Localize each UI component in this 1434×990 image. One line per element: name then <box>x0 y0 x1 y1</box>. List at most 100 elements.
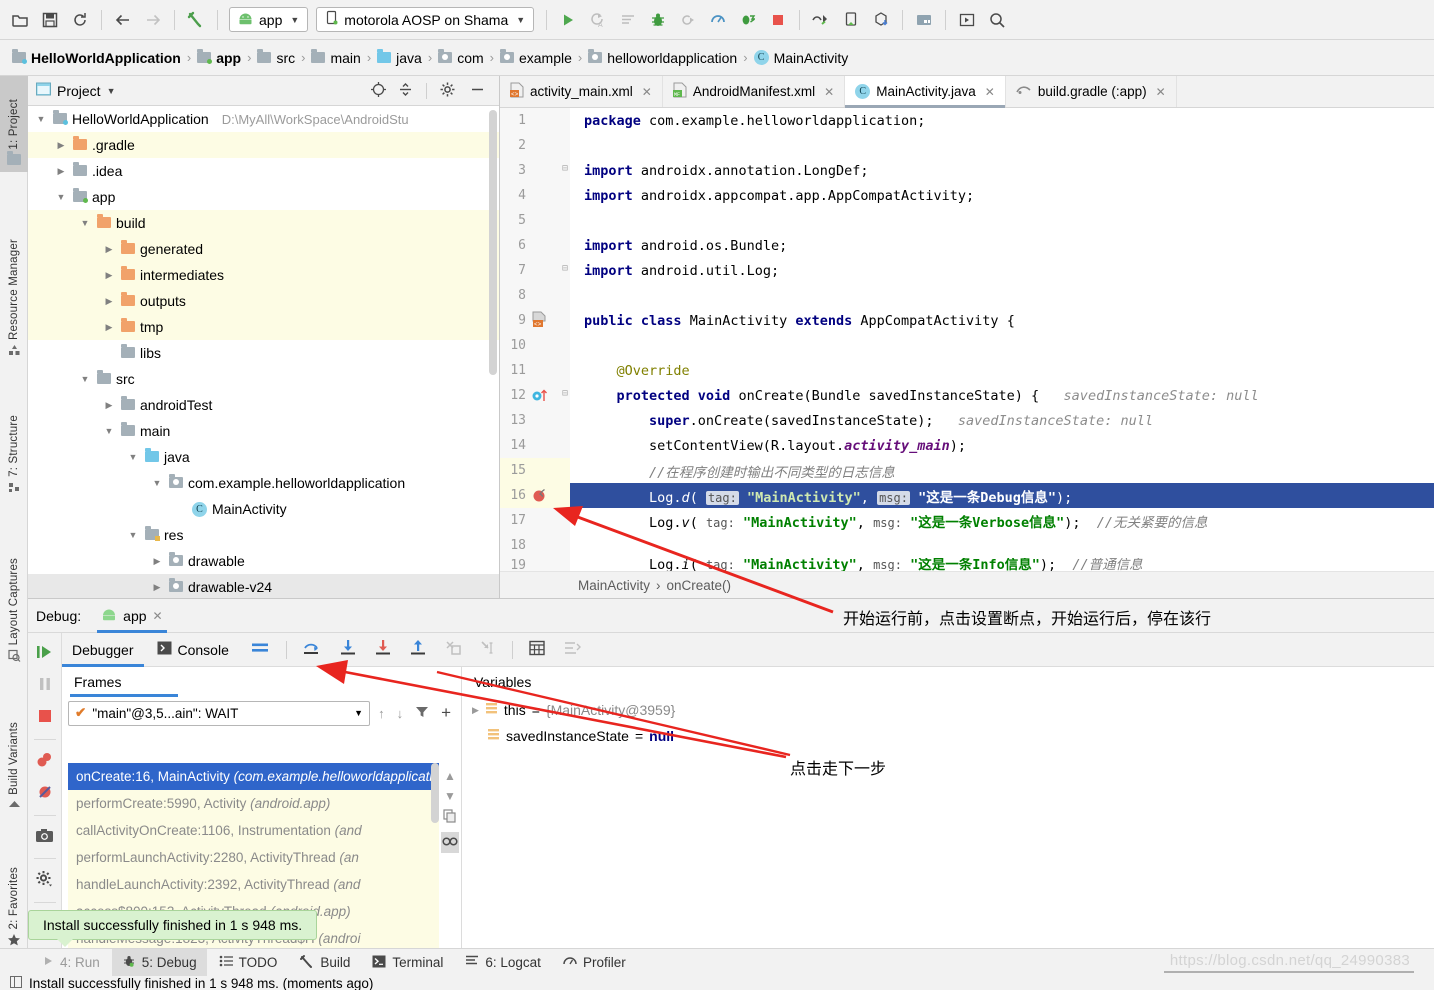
chevron-down-icon[interactable]: ▼ <box>290 15 299 25</box>
fold-marker-icon[interactable]: ⊟ <box>562 263 568 274</box>
code-line[interactable]: 10 <box>500 333 1434 358</box>
editor-breadcrumb-method[interactable]: onCreate() <box>667 578 732 593</box>
line-gutter[interactable]: 13 <box>500 408 570 433</box>
screenshot-camera-icon[interactable] <box>31 823 58 851</box>
collapse-all-icon[interactable] <box>397 81 414 101</box>
chevron-collapsed-icon[interactable]: ▶ <box>150 556 164 567</box>
open-folder-icon[interactable] <box>6 6 34 34</box>
code-line[interactable]: 18 <box>500 533 1434 558</box>
chevron-expanded-icon[interactable]: ▼ <box>54 192 68 202</box>
view-breakpoints-icon[interactable] <box>31 747 59 776</box>
tree-row[interactable]: ▼ build <box>28 210 499 236</box>
line-gutter[interactable]: 10 <box>500 333 570 358</box>
chevron-expanded-icon[interactable]: ▼ <box>78 374 92 384</box>
stop-icon[interactable] <box>764 6 792 34</box>
bottom-tab-terminal[interactable]: Terminal <box>362 949 453 977</box>
tab-android-manifest-xml[interactable]: MF AndroidManifest.xml ✕ <box>663 76 846 107</box>
line-gutter[interactable]: 4 <box>500 183 570 208</box>
tree-row[interactable]: ▼ main <box>28 418 499 444</box>
tab-debugger[interactable]: Debugger <box>62 633 144 667</box>
code-line[interactable]: 6 import android.os.Bundle; <box>500 233 1434 258</box>
scroll-down-icon[interactable]: ▼ <box>444 789 456 803</box>
breadcrumb-item-7[interactable]: helloworldapplication <box>588 48 737 66</box>
thread-selector[interactable]: ✔ "main"@3,5...ain": WAIT ▼ <box>68 700 371 726</box>
line-gutter[interactable]: 6 <box>500 233 570 258</box>
breadcrumb-item-1[interactable]: app <box>197 48 241 66</box>
tree-row[interactable]: ▼ com.example.helloworldapplication <box>28 470 499 496</box>
line-gutter[interactable]: 18 <box>500 533 570 558</box>
step-over-icon[interactable] <box>295 639 329 660</box>
save-icon[interactable] <box>36 6 64 34</box>
chevron-collapsed-icon[interactable]: ▶ <box>54 166 68 177</box>
line-gutter[interactable]: 8 <box>500 283 570 308</box>
frame-row[interactable]: handleLaunchActivity:2392, ActivityThrea… <box>68 871 439 898</box>
sync-gradle-icon[interactable] <box>867 6 895 34</box>
variables-list[interactable]: ▶ this = {MainActivity@3959} savedInstan… <box>462 697 1434 749</box>
tab-main-activity-java[interactable]: C MainActivity.java ✕ <box>845 76 1006 108</box>
watches-icon[interactable] <box>441 832 459 853</box>
tree-row[interactable]: ▶ .gradle <box>28 132 499 158</box>
project-tree[interactable]: ▼ HelloWorldApplication D:\MyAll\WorkSpa… <box>28 106 499 598</box>
line-gutter[interactable]: 5 <box>500 208 570 233</box>
project-structure-icon[interactable] <box>910 6 938 34</box>
mute-breakpoints-icon[interactable] <box>32 779 58 808</box>
code-line[interactable]: 2 <box>500 133 1434 158</box>
code-line[interactable]: 4 import androidx.appcompat.app.AppCompa… <box>500 183 1434 208</box>
project-scrollbar-thumb[interactable] <box>489 110 497 375</box>
chevron-expanded-icon[interactable]: ▼ <box>78 218 92 228</box>
tree-row[interactable]: ▶ drawable <box>28 548 499 574</box>
breadcrumb-item-4[interactable]: java <box>377 48 422 66</box>
line-gutter[interactable]: 19 <box>500 558 570 572</box>
tree-row[interactable]: ▶ intermediates <box>28 262 499 288</box>
resume-program-icon[interactable] <box>31 639 59 668</box>
show-execution-point-icon[interactable] <box>242 640 278 659</box>
breadcrumb-item-3[interactable]: main <box>311 48 361 66</box>
chevron-expanded-icon[interactable]: ▼ <box>34 114 48 124</box>
line-gutter[interactable]: 15 <box>500 458 570 483</box>
run-configuration-selector[interactable]: app ▼ <box>229 7 309 32</box>
code-line[interactable]: 14 setContentView(R.layout.activity_main… <box>500 433 1434 458</box>
code-line[interactable]: 7 ⊟ import android.util.Log; <box>500 258 1434 283</box>
close-icon[interactable]: ✕ <box>824 85 834 99</box>
run-coverage-icon[interactable] <box>734 6 762 34</box>
filter-icon[interactable] <box>411 705 433 722</box>
avd-manager-icon[interactable] <box>837 6 865 34</box>
chevron-expanded-icon[interactable]: ▼ <box>126 530 140 540</box>
breadcrumb-item-5[interactable]: com <box>438 48 484 66</box>
sidebar-item-resource-manager[interactable]: Resource Manager <box>0 204 28 364</box>
evaluate-expression-icon[interactable] <box>521 639 553 660</box>
locate-icon[interactable] <box>370 81 387 101</box>
line-gutter[interactable]: 2 <box>500 133 570 158</box>
chevron-collapsed-icon[interactable]: ▶ <box>102 296 116 307</box>
device-selector[interactable]: motorola AOSP on Shama ▼ <box>316 7 535 32</box>
add-icon[interactable]: + <box>437 703 455 723</box>
breadcrumb-item-8[interactable]: C MainActivity <box>753 50 848 66</box>
profiler-icon[interactable] <box>704 6 732 34</box>
tree-row[interactable]: ▶ .idea <box>28 158 499 184</box>
tree-row[interactable]: ▶ drawable-v24 <box>28 574 499 598</box>
line-gutter[interactable]: 17 <box>500 508 570 533</box>
bottom-tab-todo[interactable]: TODO <box>209 949 288 977</box>
chevron-down-icon-project[interactable]: ▼ <box>107 86 116 96</box>
step-into-icon[interactable] <box>332 639 364 660</box>
tree-row[interactable]: ▼ res <box>28 522 499 548</box>
close-icon[interactable]: ✕ <box>642 85 652 99</box>
copy-icon[interactable] <box>443 809 457 826</box>
force-step-into-icon[interactable] <box>367 639 399 660</box>
code-line-current[interactable]: 16 Log.d( tag: "MainActivity", msg: "这是一… <box>500 483 1434 508</box>
frames-scrollbar-thumb[interactable] <box>431 763 439 823</box>
breadcrumb-item-2[interactable]: src <box>257 48 295 66</box>
bottom-tab-profiler[interactable]: Profiler <box>553 949 636 977</box>
line-gutter[interactable]: 1 <box>500 108 570 133</box>
step-out-icon[interactable] <box>402 639 434 660</box>
line-gutter[interactable]: 16 <box>500 483 570 508</box>
chevron-down-icon-thread[interactable]: ▼ <box>354 708 363 718</box>
line-gutter[interactable]: 7 ⊟ <box>500 258 570 283</box>
close-icon[interactable]: ✕ <box>1156 85 1166 99</box>
tree-row[interactable]: libs <box>28 340 499 366</box>
settings-gear-icon[interactable] <box>439 81 456 101</box>
tree-row[interactable]: ▼ HelloWorldApplication D:\MyAll\WorkSpa… <box>28 106 499 132</box>
fold-marker-icon[interactable]: ⊟ <box>562 163 568 174</box>
chevron-expanded-icon[interactable]: ▼ <box>102 426 116 436</box>
tree-row[interactable]: ▶ tmp <box>28 314 499 340</box>
